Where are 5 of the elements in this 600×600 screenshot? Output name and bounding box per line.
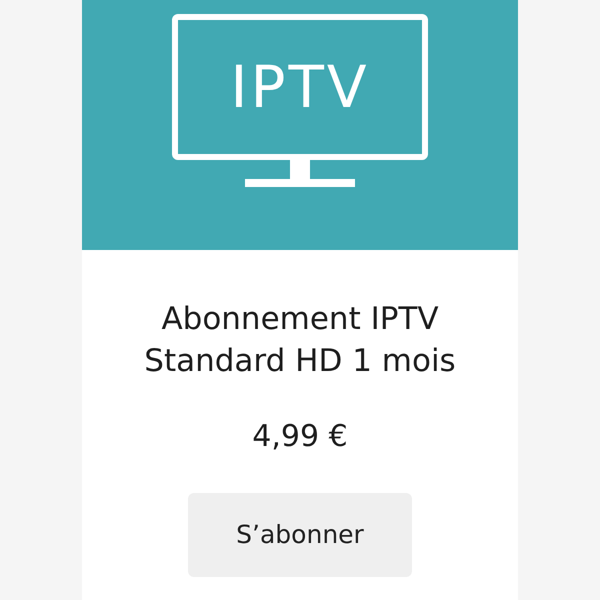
product-title: Abonnement IPTV Standard HD 1 mois xyxy=(144,300,456,381)
tv-stand-icon xyxy=(245,160,355,187)
tv-screen-logo: IPTV xyxy=(172,14,428,160)
subscribe-button[interactable]: S’abonner xyxy=(188,493,412,577)
product-price: 4,99 € xyxy=(252,418,348,456)
